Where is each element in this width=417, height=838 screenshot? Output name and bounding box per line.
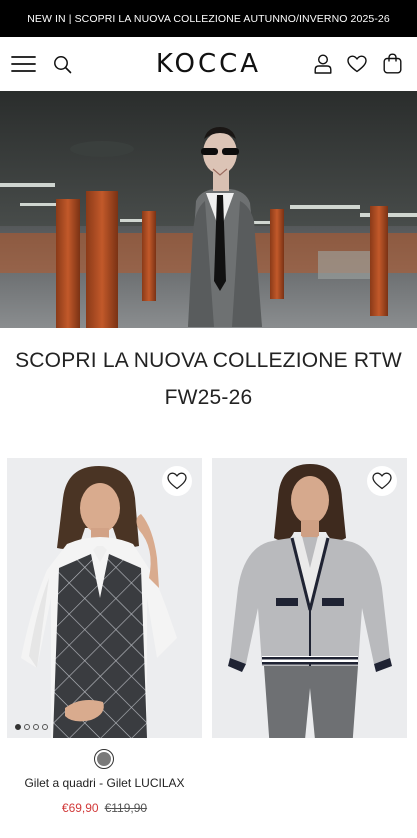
product-image [212, 458, 407, 738]
carousel-dot[interactable] [33, 724, 39, 730]
carousel-dot[interactable] [42, 724, 48, 730]
carousel-dot[interactable] [24, 724, 30, 730]
color-swatch-fill [97, 752, 111, 766]
hero-banner[interactable] [0, 91, 417, 328]
heart-icon [372, 472, 392, 490]
original-price: €119,90 [104, 801, 148, 815]
section-title-line2: FW25-26 [164, 386, 253, 409]
carousel-dot[interactable] [15, 724, 21, 730]
promo-text[interactable]: NEW IN | SCOPRI LA NUOVA COLLEZIONE AUTU… [27, 13, 390, 25]
brand-logo[interactable]: KOCCA [156, 49, 261, 79]
color-swatch[interactable] [94, 749, 114, 769]
shopping-bag-icon[interactable] [381, 52, 403, 75]
menu-icon[interactable] [10, 52, 36, 76]
wishlist-button[interactable] [162, 466, 192, 496]
wishlist-button[interactable] [367, 466, 397, 496]
site-header: KOCCA [0, 37, 417, 92]
product-name[interactable]: Gilet a quadri - Gilet LUCILAX [7, 776, 202, 790]
product-card[interactable] [7, 458, 202, 738]
sale-price: €69,90 [61, 801, 99, 815]
product-card[interactable] [212, 458, 407, 738]
heart-icon [167, 472, 187, 490]
section-title: SCOPRI LA NUOVA COLLEZIONE RTW FW25-26 [0, 342, 417, 416]
account-icon[interactable] [313, 53, 333, 75]
heart-icon[interactable] [346, 54, 368, 74]
section-title-line1: SCOPRI LA NUOVA COLLEZIONE RTW [15, 349, 402, 372]
product-price: €69,90 €119,90 [7, 801, 202, 815]
carousel-dots [15, 724, 48, 730]
search-icon[interactable] [52, 54, 72, 74]
product-image [7, 458, 202, 738]
promo-bar[interactable]: NEW IN | SCOPRI LA NUOVA COLLEZIONE AUTU… [0, 0, 417, 37]
campaign-photo [0, 91, 417, 328]
